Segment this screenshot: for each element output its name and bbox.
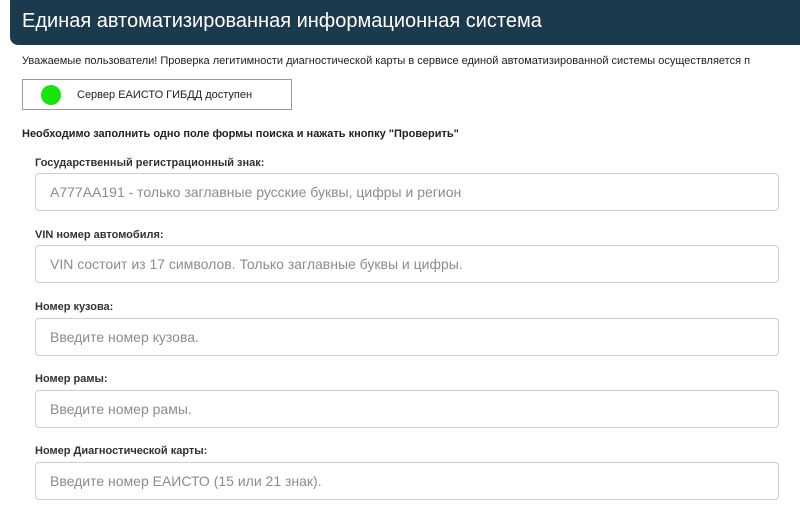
page-title: Единая автоматизированная информационная… <box>22 10 542 32</box>
diagnostic-card-label: Номер Диагностической карты: <box>35 445 208 457</box>
vin-input[interactable] <box>35 245 779 283</box>
notice-text: Уважаемые пользователи! Проверка легитим… <box>22 55 751 67</box>
vin-label: VIN номер автомобиля: <box>35 229 164 241</box>
body-number-input[interactable] <box>35 318 779 356</box>
server-status-box: Сервер ЕАИСТО ГИБДД доступен <box>22 79 292 110</box>
plate-input[interactable] <box>35 173 779 211</box>
page: Единая автоматизированная информационная… <box>0 0 800 508</box>
server-status-text: Сервер ЕАИСТО ГИБДД доступен <box>77 88 253 101</box>
frame-number-label: Номер рамы: <box>35 373 108 385</box>
diagnostic-card-input[interactable] <box>35 462 779 500</box>
form-instruction: Необходимо заполнить одно поле формы пои… <box>22 128 459 140</box>
frame-number-input[interactable] <box>35 390 779 428</box>
status-indicator-icon <box>41 84 61 105</box>
body-number-label: Номер кузова: <box>35 301 114 313</box>
page-header: Единая автоматизированная информационная… <box>10 0 800 45</box>
plate-label: Государственный регистрационный знак: <box>35 157 265 169</box>
